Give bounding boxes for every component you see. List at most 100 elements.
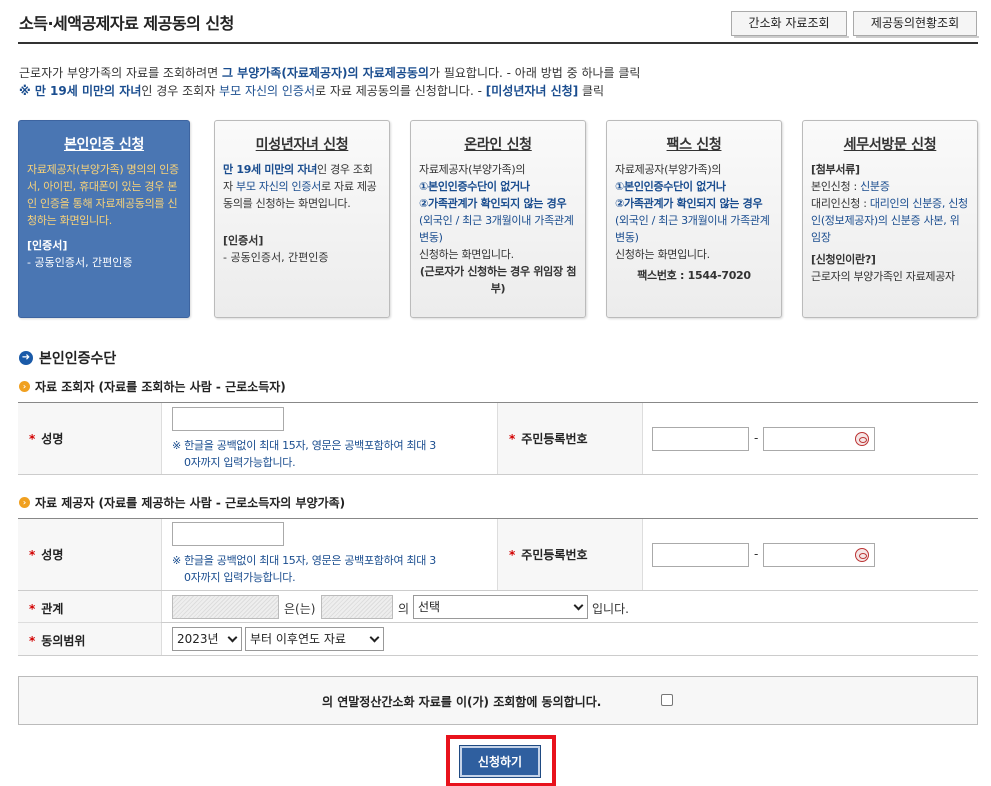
online-card-note: (근로자가 신청하는 경우 위임장 첨부) [419, 265, 577, 295]
provider-rrn-label-text: 주민등록번호 [521, 548, 588, 562]
relation-suffix: 입니다. [592, 602, 629, 616]
relation-select-value: 선택 [418, 600, 441, 614]
agreement-text: 의 연말정산간소화 자료를 이(가) 조회함에 동의합니다. [322, 695, 602, 709]
minor-card-body: 만 19세 미만의 자녀인 경우 조회자 부모 자신의 인증서로 자료 제공 동… [215, 154, 389, 212]
section-title-text: 본인인증수단 [39, 351, 117, 367]
title-divider [18, 42, 978, 44]
required-star: * [509, 432, 516, 446]
year-select[interactable]: 2023년 [172, 627, 242, 651]
fax-card-title: 팩스 신청 [666, 137, 722, 153]
minor-cert-heading: [인증서] [223, 234, 264, 247]
relation-subject-input [172, 595, 279, 619]
table-divider [18, 474, 978, 475]
relation-particle-1: 은(는) [284, 602, 316, 616]
cell-divider [642, 519, 643, 590]
table-divider [161, 622, 978, 623]
visit-card[interactable]: 세무서방문 신청 [첨부서류] 본인신청 : 신분증 대리인신청 : 대리인의 신분… [802, 120, 978, 318]
requester-rrn-label: * 주민등록번호 [509, 430, 588, 447]
requester-heading-text: 자료 조회자 (자료를 조회하는 사람 - 근로소득자) [35, 380, 286, 394]
scope-select[interactable]: 부터 이후연도 자료 [245, 627, 384, 651]
relation-select[interactable]: 선택 [413, 595, 588, 619]
visit-card-highlight-1: 신분증 [860, 180, 890, 193]
chevron-down-icon [227, 632, 238, 643]
minor-card-sub: [인증서] - 공동인증서, 간편인증 [215, 212, 389, 266]
provider-name-input[interactable] [172, 522, 284, 546]
agreement-checkbox[interactable] [661, 694, 673, 706]
requester-rrn-front-input[interactable] [652, 427, 749, 451]
minor-apply-link[interactable]: [미성년자녀 신청] [486, 84, 578, 98]
intro-highlight-3: 부모 자신의 인증서 [219, 84, 315, 98]
visit-card-text-3: 근로자의 부양가족인 자료제공자 [811, 270, 955, 283]
page-title: 소득·세액공제자료 제공동의 신청 [19, 14, 234, 33]
section-title: ➜ 본인인증수단 [19, 348, 116, 368]
requester-name-note: ※ 한글을 공백없이 최대 15자, 영문은 공백포함하여 최대 3 0자까지 입… [172, 437, 492, 471]
online-card[interactable]: 온라인 신청 자료제공자(부양가족)의 ①본인인증수단이 없거나 ②가족관계가 확인… [410, 120, 586, 318]
table-divider [18, 655, 978, 656]
provider-rrn-front-input[interactable] [652, 543, 749, 567]
scope-select-value: 부터 이후연도 자료 [250, 632, 346, 646]
intro-text-3: 인 경우 조회자 [141, 84, 220, 98]
scope-label-text: 동의범위 [41, 634, 86, 648]
provider-name-note: ※ 한글을 공백없이 최대 15자, 영문은 공백포함하여 최대 3 0자까지 입… [172, 552, 492, 586]
chevron-right-icon: › [19, 381, 30, 392]
rrn-dash: - [754, 547, 759, 561]
name-note-line-2: 0자까지 입력가능합니다. [184, 456, 296, 469]
intro-text-2: 가 필요합니다. - 아래 방법 중 하나를 클릭 [428, 66, 641, 80]
rrn-dash: - [754, 431, 759, 445]
cell-divider [642, 403, 643, 474]
provider-heading: › 자료 제공자 (자료를 제공하는 사람 - 근로소득자의 부양가족) [19, 494, 345, 511]
intro-text: 근로자가 부양가족의 자료를 조회하려면 그 부양가족(자료제공자)의 자료제공… [19, 64, 969, 100]
intro-text-1: 근로자가 부양가족의 자료를 조회하려면 [19, 66, 222, 80]
submit-button[interactable]: 신청하기 [459, 745, 541, 778]
name-note-line-2: 0자까지 입력가능합니다. [184, 571, 296, 584]
intro-text-4: 로 자료 제공동의를 신청합니다. - [315, 84, 486, 98]
cell-divider [161, 403, 162, 474]
chevron-right-icon: › [19, 497, 30, 508]
year-select-value: 2023년 [177, 632, 219, 646]
required-star: * [509, 548, 516, 562]
online-card-bold-1: ①본인인증수단이 없거나 [419, 180, 530, 193]
requester-name-label-text: 성명 [41, 432, 64, 446]
fax-card-text-1: 자료제공자(부양가족)의 [615, 163, 722, 176]
self-auth-cert-text: - 공동인증서, 간편인증 [27, 256, 133, 269]
simplified-data-lookup-button[interactable]: 간소화 자료조회 [731, 11, 849, 38]
fax-card[interactable]: 팩스 신청 자료제공자(부양가족)의 ①본인인증수단이 없거나 ②가족관계가 확인되… [606, 120, 782, 318]
intro-highlight-1: 그 부양가족(자료제공자)의 자료제공동의 [221, 66, 429, 80]
consent-status-lookup-button[interactable]: 제공동의현황조회 [853, 11, 979, 38]
cell-divider [161, 519, 162, 655]
online-card-body: 자료제공자(부양가족)의 ①본인인증수단이 없거나 ②가족관계가 확인되지 않는 경… [411, 154, 585, 297]
online-card-bold-2: ②가족관계가 확인되지 않는 경우 [419, 197, 567, 210]
provider-heading-text: 자료 제공자 (자료를 제공하는 사람 - 근로소득자의 부양가족) [35, 496, 346, 510]
relation-label-text: 관계 [41, 602, 64, 616]
visit-card-applicant-heading: [신청인이란?] [811, 253, 876, 266]
self-auth-card[interactable]: 본인인증 신청 자료제공자(부양가족) 명의의 인증서, 아이핀, 휴대폰이 있… [18, 120, 190, 318]
cell-divider [497, 519, 498, 590]
visit-card-text-2: 대리인신청 : [811, 197, 870, 210]
show-password-icon[interactable] [855, 432, 869, 446]
fax-card-bold-1: ①본인인증수단이 없거나 [615, 180, 726, 193]
minor-card-bold: 만 19세 미만의 자녀 [223, 163, 318, 176]
self-auth-cert-heading: [인증서] [27, 239, 68, 252]
relation-label: * 관계 [29, 600, 63, 617]
intro-highlight-2: ※ 만 19세 미만의 자녀 [19, 84, 142, 98]
table-divider [18, 590, 978, 591]
minor-card[interactable]: 미성년자녀 신청 만 19세 미만의 자녀인 경우 조회자 부모 자신의 인증서… [214, 120, 390, 318]
requester-name-input[interactable] [172, 407, 284, 431]
requester-rrn-label-text: 주민등록번호 [521, 432, 588, 446]
fax-number: 팩스번호 : 1544-7020 [637, 269, 751, 282]
minor-card-highlight: 부모 자신의 인증서 [236, 180, 321, 193]
online-card-text-1: 자료제공자(부양가족)의 [419, 163, 526, 176]
visit-card-text-1: 본인신청 : [811, 180, 861, 193]
table-divider [18, 622, 161, 623]
required-star: * [29, 634, 36, 648]
show-password-icon[interactable] [855, 548, 869, 562]
name-note-line-1: ※ 한글을 공백없이 최대 15자, 영문은 공백포함하여 최대 3 [172, 439, 437, 452]
fax-card-bold-2: ②가족관계가 확인되지 않는 경우 [615, 197, 763, 210]
cell-divider [497, 403, 498, 474]
relation-object-input [321, 595, 393, 619]
provider-name-label-text: 성명 [41, 548, 64, 562]
chevron-down-icon [573, 600, 584, 611]
name-note-line-1: ※ 한글을 공백없이 최대 15자, 영문은 공백포함하여 최대 3 [172, 554, 437, 567]
chevron-down-icon [369, 632, 380, 643]
self-auth-card-sub: [인증서] - 공동인증서, 간편인증 [19, 229, 189, 271]
